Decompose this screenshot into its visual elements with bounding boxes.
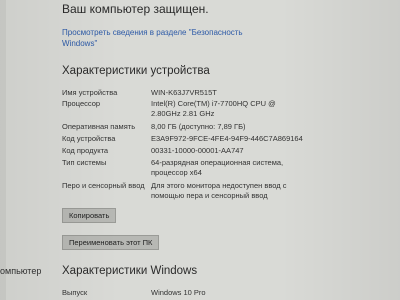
about-page: Ваш компьютер защищен. Просмотреть сведе… [62, 0, 400, 300]
spec-label: Оперативная память [62, 122, 136, 131]
spec-value: 64-разрядная операционная система, проце… [151, 158, 284, 177]
rename-pc-button[interactable]: Переименовать этот ПК [62, 235, 160, 250]
spec-value: WIN-K63J7VR515T [151, 88, 217, 97]
spec-label: Перо и сенсорный ввод [62, 181, 145, 190]
spec-value: Windows 10 Pro [151, 288, 206, 297]
spec-value: 8,00 ГБ (доступно: 7,89 ГБ) [151, 122, 246, 131]
spec-value: Intel(R) Core(TM) i7-7700HQ CPU @ 2.80GH… [151, 99, 276, 118]
spec-label: Тип системы [62, 158, 107, 167]
device-specs-title: Характеристики устройства [62, 65, 210, 77]
sidebar-item-label[interactable]: омпьютер [0, 266, 41, 276]
protection-status: Ваш компьютер защищен. [62, 2, 209, 16]
spec-label: Процессор [62, 99, 101, 108]
spec-value: Для этого монитора недоступен ввод с пом… [151, 181, 287, 200]
sidebar-edge [0, 0, 6, 300]
spec-label: Выпуск [62, 288, 88, 297]
windows-security-link[interactable]: Просмотреть сведения в разделе "Безопасн… [62, 27, 262, 49]
spec-value: 00331-10000-00001-AA747 [151, 146, 244, 155]
spec-label: Имя устройства [62, 88, 118, 97]
spec-value: E3A9F972-9FCE-4FE4-94F9-446C7A869164 [151, 134, 303, 143]
spec-label: Код продукта [62, 146, 109, 155]
spec-label: Код устройства [62, 134, 116, 143]
copy-button[interactable]: Копировать [62, 208, 117, 223]
windows-specs-title: Характеристики Windows [62, 265, 198, 277]
